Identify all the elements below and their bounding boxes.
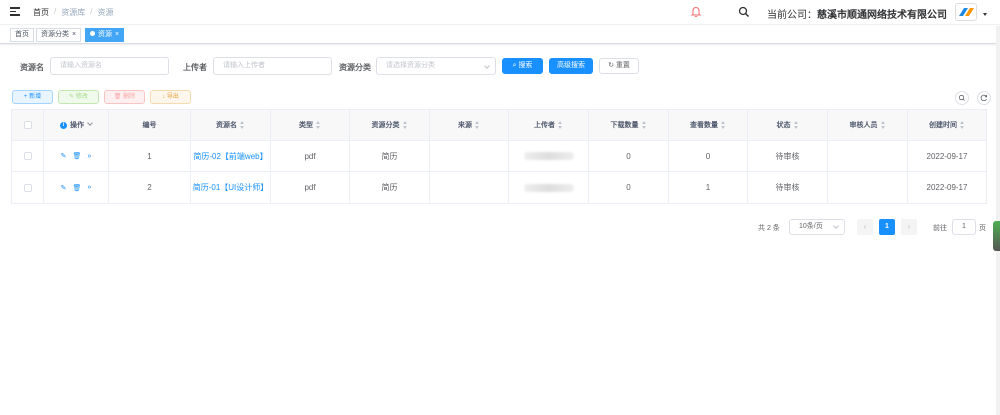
col-reviewer[interactable]: 审核人员 bbox=[828, 110, 908, 140]
next-page-button[interactable]: › bbox=[901, 219, 917, 235]
sort-icon bbox=[316, 121, 321, 129]
edit-icon[interactable]: ✎ bbox=[61, 152, 67, 160]
sort-icon bbox=[475, 121, 480, 129]
page-suffix: 页 bbox=[979, 225, 986, 232]
breadcrumb-current: 资源 bbox=[97, 8, 114, 17]
status-text: 待审核 bbox=[748, 141, 828, 171]
search-icon[interactable] bbox=[738, 6, 750, 18]
tag-home[interactable]: 首页 bbox=[10, 28, 34, 42]
goto-label: 前往 bbox=[933, 225, 947, 232]
reset-button[interactable]: ↻ 重置 bbox=[599, 58, 639, 74]
row-checkbox[interactable] bbox=[23, 183, 32, 192]
sort-icon bbox=[793, 121, 799, 129]
breadcrumb: 首页 / 资源库 / 资源 bbox=[33, 7, 114, 18]
add-button[interactable]: + 新增 bbox=[12, 90, 53, 104]
logo-icon bbox=[959, 8, 974, 16]
sort-icon bbox=[880, 121, 886, 129]
info-icon: i bbox=[60, 121, 67, 129]
prev-page-button[interactable]: ‹ bbox=[857, 219, 873, 235]
name-label: 资源名 bbox=[20, 63, 44, 72]
company-name: 慈溪市顺通网络技术有限公司 bbox=[817, 10, 947, 21]
uploader-blurred bbox=[523, 152, 574, 160]
col-type[interactable]: 类型 bbox=[271, 110, 350, 140]
col-name[interactable]: 资源名 bbox=[191, 110, 271, 140]
uploader-blurred bbox=[523, 183, 574, 192]
company-display: 当前公司：慈溪市顺通网络技术有限公司 bbox=[767, 10, 947, 21]
navbar: 首页 / 资源库 / 资源 当前公司：慈溪市顺通网络技术有限公司 bbox=[0, 0, 1000, 25]
sort-icon bbox=[558, 121, 563, 129]
refresh-button[interactable] bbox=[977, 91, 991, 105]
col-uploader[interactable]: 上传者 bbox=[509, 110, 589, 140]
search-button[interactable]: ⌕ 搜索 bbox=[502, 58, 543, 74]
settings-handle[interactable] bbox=[993, 221, 1000, 251]
more-icon[interactable]: » bbox=[87, 184, 91, 191]
row-checkbox[interactable] bbox=[23, 152, 32, 160]
resource-name-link[interactable]: 简历-02【前端web】 bbox=[191, 141, 271, 171]
delete-button[interactable]: 🗑 删除 bbox=[104, 90, 145, 104]
col-category[interactable]: 资源分类 bbox=[350, 110, 430, 140]
chevron-down-icon bbox=[833, 223, 839, 229]
edit-button[interactable]: ✎ 修改 bbox=[58, 90, 99, 104]
edit-icon[interactable]: ✎ bbox=[61, 184, 67, 192]
col-source[interactable]: 来源 bbox=[430, 110, 509, 140]
more-icon[interactable]: » bbox=[87, 153, 91, 160]
sort-icon bbox=[240, 121, 245, 129]
col-id: 编号 bbox=[109, 110, 191, 140]
bell-icon[interactable] bbox=[690, 6, 702, 18]
tag-resource[interactable]: 资源 × bbox=[85, 28, 125, 42]
resource-name-link[interactable]: 简历-01【UI设计师】 bbox=[191, 172, 271, 203]
close-icon[interactable]: × bbox=[72, 31, 76, 38]
avatar[interactable] bbox=[955, 3, 977, 21]
name-input[interactable]: 请输入资源名 bbox=[50, 57, 169, 75]
page-size-select[interactable]: 10条/页 bbox=[789, 219, 845, 235]
menu-icon[interactable] bbox=[10, 7, 20, 16]
table-row: ✎ 🗑» 2 简历-01【UI设计师】 pdf 简历 0 1 待审核 2022-0… bbox=[12, 172, 986, 203]
category-label: 资源分类 bbox=[339, 63, 371, 72]
table-row: ✎ 🗑» 1 简历-02【前端web】 pdf 简历 0 0 待审核 2022-0… bbox=[12, 141, 986, 172]
total-count: 共 2 条 bbox=[758, 225, 780, 232]
status-text: 待审核 bbox=[748, 172, 828, 203]
select-all-checkbox[interactable] bbox=[23, 121, 32, 129]
chevron-down-icon bbox=[484, 63, 490, 69]
col-downloads[interactable]: 下载数量 bbox=[589, 110, 669, 140]
goto-page-input[interactable]: 1 bbox=[952, 219, 976, 235]
sort-icon bbox=[402, 121, 408, 129]
tags-view: 首页 资源分类 × 资源 × bbox=[0, 26, 1000, 44]
uploader-input[interactable]: 请输入上传者 bbox=[213, 57, 332, 75]
page-number-current[interactable]: 1 bbox=[879, 219, 895, 235]
breadcrumb-library[interactable]: 资源库 bbox=[61, 7, 85, 18]
export-button[interactable]: ↓ 导出 bbox=[150, 90, 191, 104]
refresh-icon bbox=[980, 94, 987, 102]
delete-icon[interactable]: 🗑 bbox=[73, 152, 82, 160]
table-header: i 操作 编号 资源名 类型 资源分类 来源 上传者 下载数量 查看数量 状态 审… bbox=[12, 110, 986, 141]
col-status[interactable]: 状态 bbox=[748, 110, 828, 140]
close-icon[interactable]: × bbox=[115, 31, 119, 38]
col-views[interactable]: 查看数量 bbox=[669, 110, 748, 140]
breadcrumb-home[interactable]: 首页 bbox=[33, 7, 49, 18]
delete-icon[interactable]: 🗑 bbox=[73, 184, 82, 192]
chevron-down-icon bbox=[87, 120, 93, 126]
chevron-down-icon[interactable] bbox=[983, 13, 987, 16]
search-icon bbox=[958, 94, 965, 101]
tag-resource-category[interactable]: 资源分类 × bbox=[36, 28, 82, 42]
uploader-label: 上传者 bbox=[183, 63, 207, 72]
col-actions[interactable]: i 操作 bbox=[44, 110, 109, 140]
toggle-search-button[interactable] bbox=[955, 91, 969, 105]
sort-icon bbox=[721, 121, 726, 129]
sort-icon bbox=[641, 121, 647, 129]
resource-table: i 操作 编号 资源名 类型 资源分类 来源 上传者 下载数量 查看数量 状态 审… bbox=[11, 109, 987, 204]
advanced-search-button[interactable]: 高级搜索 bbox=[549, 58, 593, 74]
category-select[interactable]: 请选择资源分类 bbox=[376, 57, 496, 75]
col-created[interactable]: 创建时间 bbox=[908, 110, 986, 140]
sort-icon bbox=[960, 121, 965, 129]
